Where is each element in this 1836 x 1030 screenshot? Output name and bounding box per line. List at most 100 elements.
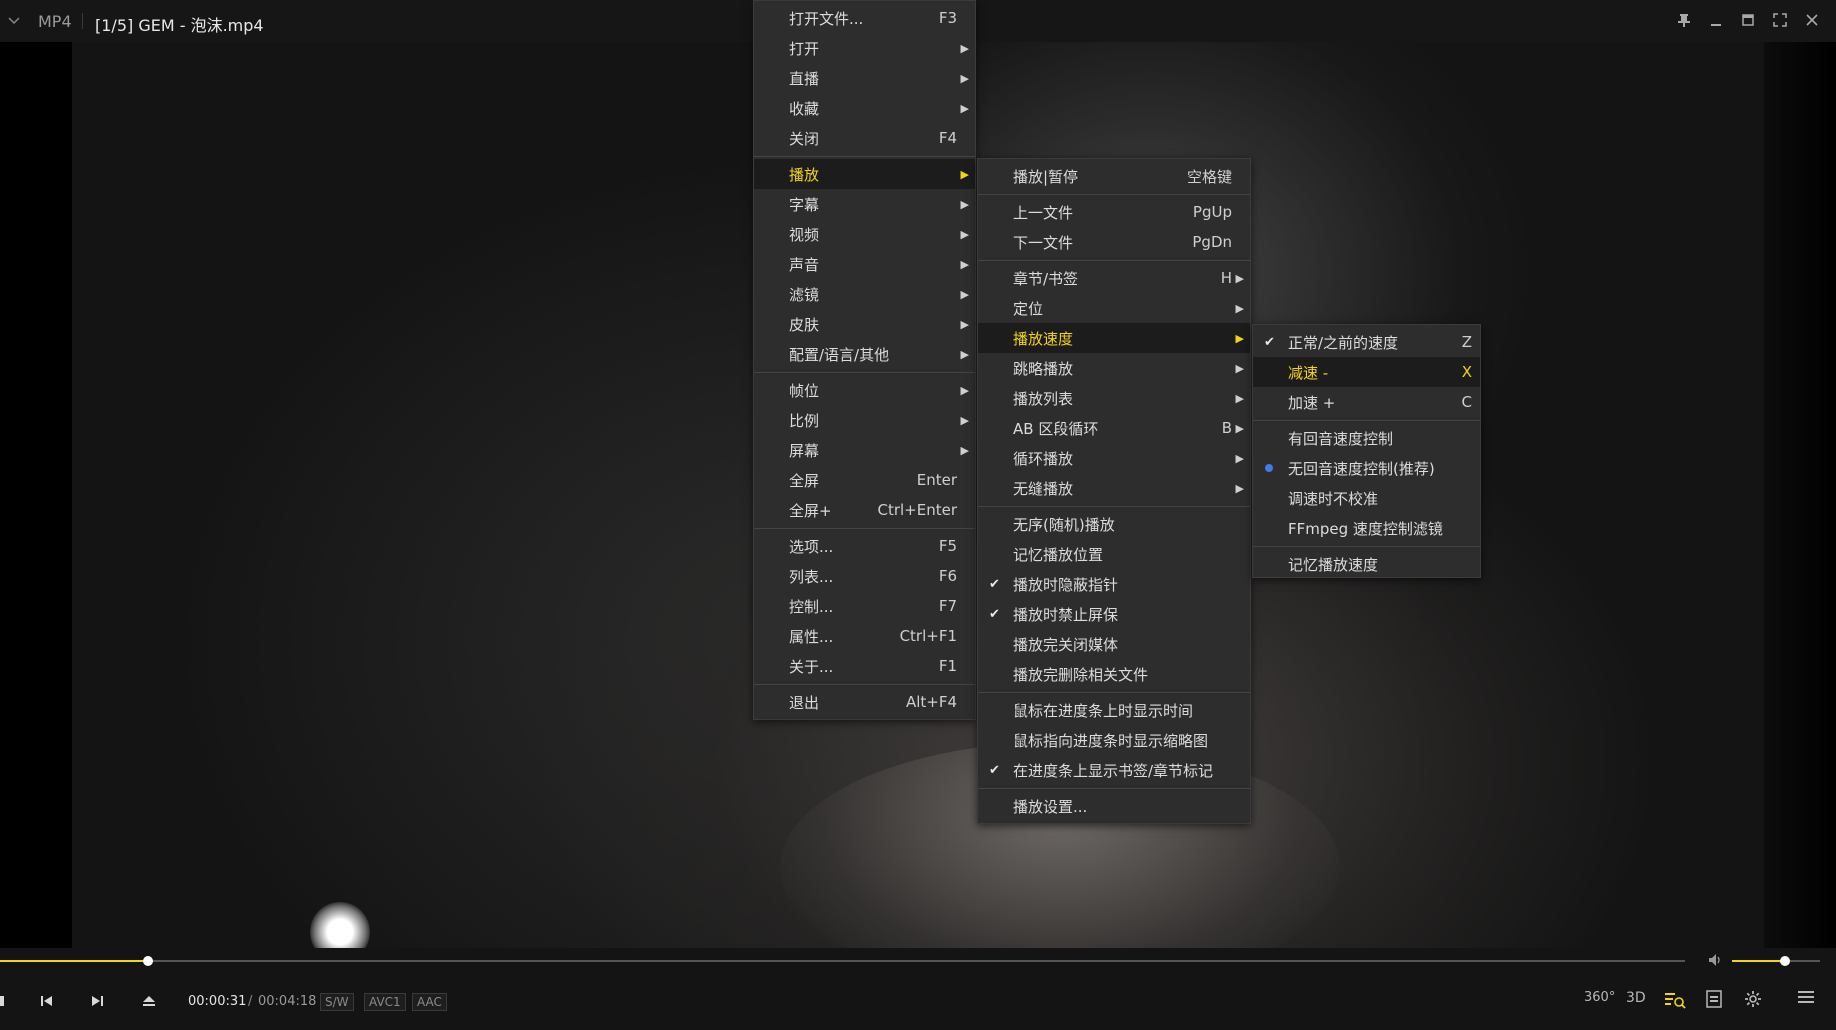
menu-item-label: 调速时不校准: [1288, 489, 1379, 508]
speed-menu-item[interactable]: 无回音速度控制(推荐): [1253, 453, 1480, 483]
main-menu-item[interactable]: 控制... F7: [754, 591, 975, 621]
stop-icon[interactable]: [0, 990, 10, 1012]
play-menu-item[interactable]: ✔ 播放时禁止屏保: [978, 599, 1250, 629]
main-menu-item[interactable]: 属性... Ctrl+F1: [754, 621, 975, 651]
menu-item-label: 鼠标在进度条上时显示时间: [1013, 701, 1194, 720]
main-menu-item[interactable]: 列表... F6: [754, 561, 975, 591]
speed-menu-item[interactable]: 减速 - X: [1253, 357, 1480, 387]
main-menu-item[interactable]: 直播 ▶: [754, 63, 975, 93]
submenu-arrow-icon: ▶: [960, 383, 969, 397]
play-menu-item[interactable]: 无缝播放 ▶: [978, 473, 1250, 503]
next-icon[interactable]: [86, 990, 108, 1012]
play-menu-item[interactable]: 鼠标指向进度条时显示缩略图: [978, 725, 1250, 755]
settings-icon[interactable]: [1744, 990, 1762, 1012]
main-menu-item[interactable]: 打开 ▶: [754, 33, 975, 63]
context-menu-speed: ✔ 正常/之前的速度 Z 减速 - X 加速 + C 有回音速度控制无回音速度控制(推荐) 调速…: [1252, 324, 1481, 578]
menu-icon[interactable]: [1798, 990, 1814, 1008]
main-menu-item[interactable]: 比例 ▶: [754, 405, 975, 435]
play-menu-item[interactable]: 播放速度 ▶: [978, 323, 1250, 353]
menu-item-label: 播放时隐蔽指针: [1013, 575, 1119, 594]
main-menu-item[interactable]: 全屏 Enter: [754, 465, 975, 495]
menu-item-label: 打开: [789, 39, 820, 58]
play-menu-item[interactable]: AB 区段循环 B ▶: [978, 413, 1250, 443]
format-label: MP4: [38, 12, 72, 31]
play-menu-item[interactable]: 记忆播放位置: [978, 539, 1250, 569]
menu-item-label: 无回音速度控制(推荐): [1288, 459, 1435, 478]
volume-handle[interactable]: [1780, 956, 1790, 966]
menu-separator: [978, 692, 1250, 693]
playlist-search-icon[interactable]: [1664, 990, 1686, 1014]
menu-item-shortcut: F6: [938, 567, 957, 585]
play-menu-item[interactable]: 无序(随机)播放: [978, 509, 1250, 539]
main-menu-item[interactable]: 字幕 ▶: [754, 189, 975, 219]
speed-menu-item[interactable]: 调速时不校准: [1253, 483, 1480, 513]
menu-separator: [754, 372, 975, 373]
play-menu-item[interactable]: 播放完删除相关文件: [978, 659, 1250, 689]
menu-item-label: 播放设置...: [1013, 797, 1088, 816]
main-menu-item[interactable]: 屏幕 ▶: [754, 435, 975, 465]
main-menu-item[interactable]: 退出 Alt+F4: [754, 687, 975, 717]
play-menu-item[interactable]: 跳略播放 ▶: [978, 353, 1250, 383]
close-icon[interactable]: [1802, 10, 1822, 30]
menu-item-label: 列表...: [789, 567, 834, 586]
play-menu-item[interactable]: 播放设置...: [978, 791, 1250, 821]
main-menu-item[interactable]: 收藏 ▶: [754, 93, 975, 123]
play-menu-item[interactable]: 章节/书签 H ▶: [978, 263, 1250, 293]
speed-menu-item[interactable]: 记忆播放速度: [1253, 549, 1480, 579]
main-menu-item[interactable]: 关闭 F4: [754, 123, 975, 153]
context-menu-main: 打开文件... F3 打开 ▶ 直播 ▶ 收藏 ▶ 关闭 F4 播放 ▶ 字幕 ▶ 视频 ▶ 声音 ▶ 滤镜 ▶ 皮肤 ▶…: [753, 0, 976, 720]
main-menu-item[interactable]: 选项... F5: [754, 531, 975, 561]
main-menu-item[interactable]: 声音 ▶: [754, 249, 975, 279]
play-menu-item[interactable]: 播放|暂停 空格键: [978, 161, 1250, 191]
main-menu-item[interactable]: 全屏+ Ctrl+Enter: [754, 495, 975, 525]
main-menu-item[interactable]: 播放 ▶: [754, 159, 975, 189]
main-menu-item[interactable]: 滤镜 ▶: [754, 279, 975, 309]
volume-icon[interactable]: [1708, 953, 1724, 971]
play-menu-item[interactable]: 下一文件 PgDn: [978, 227, 1250, 257]
menu-item-shortcut: H: [1220, 269, 1232, 287]
fullscreen-icon[interactable]: [1770, 10, 1790, 30]
speed-menu-item[interactable]: FFmpeg 速度控制滤镜: [1253, 513, 1480, 543]
menu-separator: [978, 194, 1250, 195]
submenu-arrow-icon: ▶: [960, 197, 969, 211]
main-menu-item[interactable]: 打开文件... F3: [754, 3, 975, 33]
seek-handle[interactable]: [143, 956, 153, 966]
seek-track[interactable]: [0, 960, 1685, 962]
audio-codec-badge[interactable]: AAC: [412, 993, 447, 1011]
play-menu-item[interactable]: 上一文件 PgUp: [978, 197, 1250, 227]
360-icon[interactable]: 360°: [1584, 990, 1615, 1005]
play-menu-item[interactable]: 播放列表 ▶: [978, 383, 1250, 413]
speed-menu-item[interactable]: 加速 + C: [1253, 387, 1480, 417]
main-menu-item[interactable]: 帧位 ▶: [754, 375, 975, 405]
submenu-arrow-icon: ▶: [960, 443, 969, 457]
main-menu-item[interactable]: 关于... F1: [754, 651, 975, 681]
play-menu-item[interactable]: 循环播放 ▶: [978, 443, 1250, 473]
main-menu-item[interactable]: 视频 ▶: [754, 219, 975, 249]
3d-icon[interactable]: 3D: [1626, 990, 1646, 1006]
menu-item-shortcut: Ctrl+F1: [899, 627, 957, 645]
main-menu-item[interactable]: 皮肤 ▶: [754, 309, 975, 339]
play-menu-item[interactable]: ✔ 在进度条上显示书签/章节标记: [978, 755, 1250, 785]
decoder-badge[interactable]: S/W: [320, 993, 354, 1011]
menu-separator: [978, 788, 1250, 789]
maximize-icon[interactable]: [1738, 10, 1758, 30]
time-separator: /: [248, 994, 253, 1009]
video-codec-badge[interactable]: AVC1: [364, 993, 406, 1011]
speed-menu-item[interactable]: 有回音速度控制: [1253, 423, 1480, 453]
play-menu-item[interactable]: 播放完关闭媒体: [978, 629, 1250, 659]
play-menu-item[interactable]: 鼠标在进度条上时显示时间: [978, 695, 1250, 725]
eject-icon[interactable]: [138, 990, 160, 1012]
pin-icon[interactable]: [1674, 10, 1694, 30]
speed-menu-item[interactable]: ✔ 正常/之前的速度 Z: [1253, 327, 1480, 357]
submenu-arrow-icon: ▶: [1235, 301, 1244, 315]
play-menu-item[interactable]: 定位 ▶: [978, 293, 1250, 323]
menu-item-shortcut: F3: [938, 9, 957, 27]
main-menu-item[interactable]: 配置/语言/其他 ▶: [754, 339, 975, 369]
chevron-down-icon[interactable]: [6, 13, 22, 29]
minimize-icon[interactable]: [1706, 10, 1726, 30]
submenu-arrow-icon: ▶: [960, 257, 969, 271]
play-menu-item[interactable]: ✔ 播放时隐蔽指针: [978, 569, 1250, 599]
previous-icon[interactable]: [36, 990, 58, 1012]
subtitle-icon[interactable]: [1706, 990, 1722, 1012]
submenu-arrow-icon: ▶: [960, 71, 969, 85]
